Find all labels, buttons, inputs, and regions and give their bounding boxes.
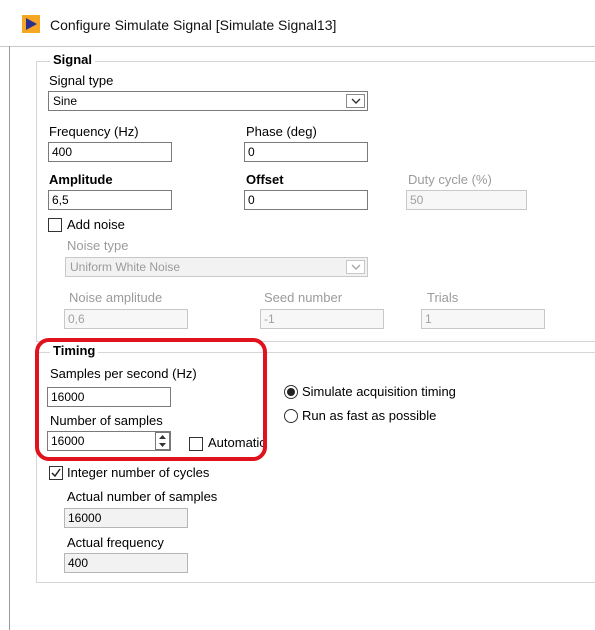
add-noise-label: Add noise (67, 217, 125, 232)
number-of-samples-label: Number of samples (50, 413, 163, 428)
noise-type-value: Uniform White Noise (70, 260, 181, 274)
signal-type-label: Signal type (49, 73, 114, 88)
seed-number-label: Seed number (264, 290, 343, 305)
run-fast-label: Run as fast as possible (302, 408, 437, 423)
frequency-input[interactable]: 400 (48, 142, 172, 162)
add-noise-checkbox[interactable] (48, 218, 62, 232)
noise-type-label: Noise type (67, 238, 129, 253)
trials-label: Trials (427, 290, 459, 305)
amplitude-input[interactable]: 6,5 (48, 190, 172, 210)
samples-per-second-input[interactable]: 16000 (47, 387, 171, 407)
frequency-label: Frequency (Hz) (49, 124, 139, 139)
integer-cycles-checkbox[interactable] (49, 466, 63, 480)
window-title: Configure Simulate Signal [Simulate Sign… (50, 17, 337, 33)
actual-samples-display: 16000 (64, 508, 188, 528)
actual-frequency-label: Actual frequency (67, 535, 164, 550)
phase-label: Phase (deg) (246, 124, 317, 139)
trials-input[interactable]: 1 (421, 309, 545, 329)
automatic-label: Automatic (208, 435, 266, 450)
decrement-icon[interactable] (156, 441, 169, 449)
seed-number-input[interactable]: -1 (260, 309, 384, 329)
integer-cycles-label: Integer number of cycles (67, 465, 210, 480)
chevron-down-icon[interactable] (346, 94, 365, 108)
signal-type-value: Sine (53, 94, 78, 108)
number-of-samples-input[interactable]: 16000 (47, 431, 171, 451)
noise-amplitude-input[interactable]: 0,6 (64, 309, 188, 329)
duty-cycle-input[interactable]: 50 (406, 190, 527, 210)
actual-frequency-display: 400 (64, 553, 188, 573)
amplitude-label: Amplitude (49, 172, 113, 187)
noise-amplitude-label: Noise amplitude (69, 290, 163, 305)
offset-input[interactable]: 0 (244, 190, 368, 210)
noise-type-dropdown[interactable]: Uniform White Noise (65, 257, 368, 277)
checkmark-icon (51, 468, 61, 478)
radio-selected-dot (287, 388, 295, 396)
samples-per-second-label: Samples per second (Hz) (50, 366, 197, 381)
phase-input[interactable]: 0 (244, 142, 368, 162)
increment-icon[interactable] (156, 433, 169, 441)
signal-type-dropdown[interactable]: Sine (48, 91, 368, 111)
timing-group-title: Timing (50, 343, 99, 358)
duty-cycle-label: Duty cycle (%) (408, 172, 492, 187)
chevron-down-icon[interactable] (346, 260, 365, 274)
run-fast-radio[interactable] (284, 409, 298, 423)
actual-samples-label: Actual number of samples (67, 489, 218, 504)
offset-label: Offset (246, 172, 284, 187)
simulate-timing-label: Simulate acquisition timing (302, 384, 456, 399)
signal-group-title: Signal (50, 52, 96, 67)
title-bar: Configure Simulate Signal [Simulate Sign… (0, 0, 595, 46)
labview-app-icon (22, 15, 40, 33)
automatic-checkbox[interactable] (189, 437, 203, 451)
number-of-samples-stepper[interactable] (155, 432, 170, 450)
simulate-timing-radio[interactable] (284, 385, 298, 399)
